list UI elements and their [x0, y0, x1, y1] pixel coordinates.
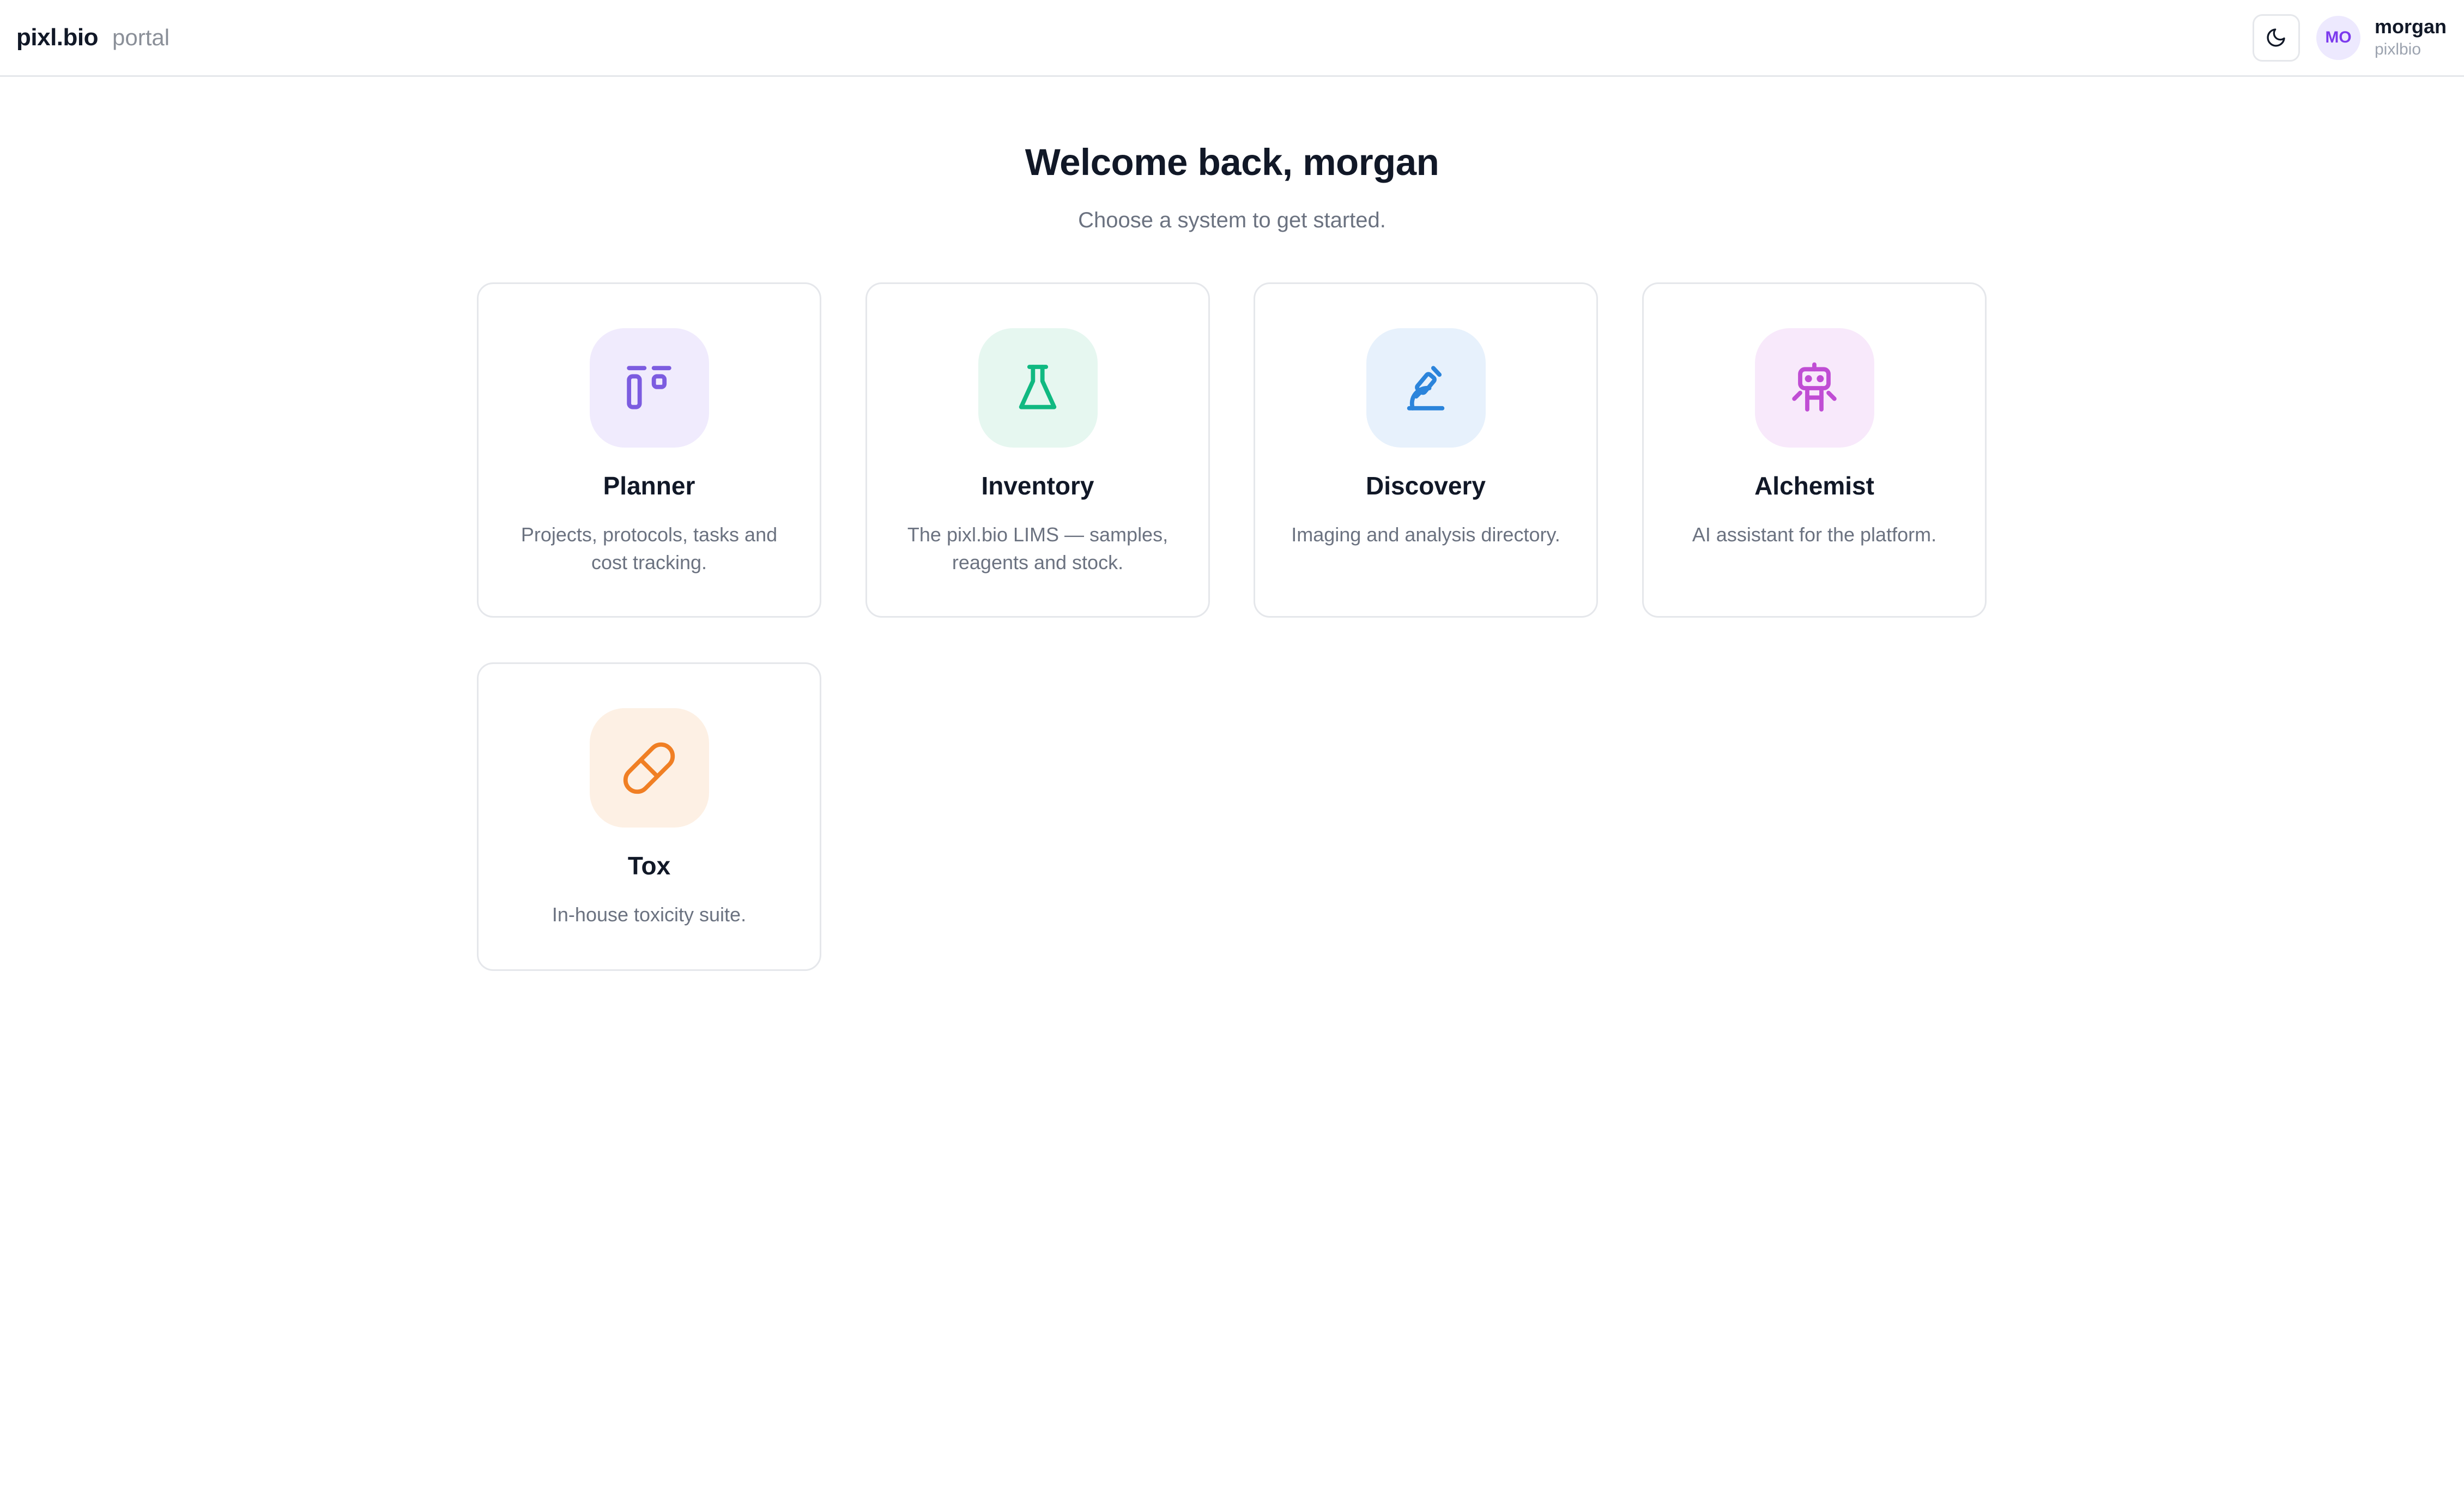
brand[interactable]: pixl.bio portal: [16, 24, 169, 51]
brand-subtitle: portal: [112, 25, 170, 50]
flask-icon: [1019, 364, 1057, 409]
icon-tile: [1366, 328, 1486, 448]
card-description: The pixl.bio LIMS — samples, reagents an…: [907, 523, 1169, 574]
system-card-inventory[interactable]: Inventory The pixl.bio LIMS — samples, r…: [865, 282, 1210, 618]
theme-toggle-button[interactable]: [2252, 14, 2300, 62]
layout-icon: [627, 365, 671, 409]
card-description: Imaging and analysis directory.: [1291, 523, 1560, 546]
header-actions: MO morgan pixlbio: [2252, 14, 2447, 62]
card-title: Planner: [603, 472, 695, 500]
page-title: Welcome back, morgan: [1025, 141, 1439, 183]
moon-icon: [2267, 28, 2286, 47]
top-bar: pixl.bio portal MO morgan pixlbio: [0, 0, 2464, 77]
card-description: AI assistant for the platform.: [1692, 523, 1937, 546]
microscope-icon: [1407, 365, 1445, 411]
card-description: In-house toxicity suite.: [552, 903, 747, 926]
page-subtitle: Choose a system to get started.: [1078, 208, 1386, 232]
user-org: pixlbio: [2374, 40, 2421, 58]
icon-tile: [589, 708, 709, 828]
pill-icon: [623, 742, 675, 794]
card-title: Alchemist: [1754, 472, 1874, 500]
brand-name[interactable]: pixl.bio: [16, 24, 99, 51]
card-title: Tox: [627, 852, 671, 880]
robot-icon: [1792, 362, 1837, 412]
system-card-alchemist[interactable]: Alchemist AI assistant for the platform.: [1642, 282, 1987, 618]
icon-tile: [589, 328, 709, 448]
user-name: morgan: [2374, 15, 2447, 38]
card-description: Projects, protocols, tasks and cost trac…: [520, 523, 778, 574]
icon-tile: [978, 328, 1098, 448]
system-card-tox[interactable]: Tox In-house toxicity suite.: [477, 662, 821, 971]
system-card-planner[interactable]: Planner Projects, protocols, tasks and c…: [477, 282, 821, 618]
card-title: Inventory: [981, 472, 1094, 500]
user-menu[interactable]: morgan pixlbio: [2375, 15, 2447, 61]
icon-tile: [1754, 328, 1874, 448]
system-card-discovery[interactable]: Discovery Imaging and analysis directory…: [1254, 282, 1598, 618]
avatar[interactable]: MO: [2316, 15, 2360, 60]
card-title: Discovery: [1366, 472, 1486, 500]
